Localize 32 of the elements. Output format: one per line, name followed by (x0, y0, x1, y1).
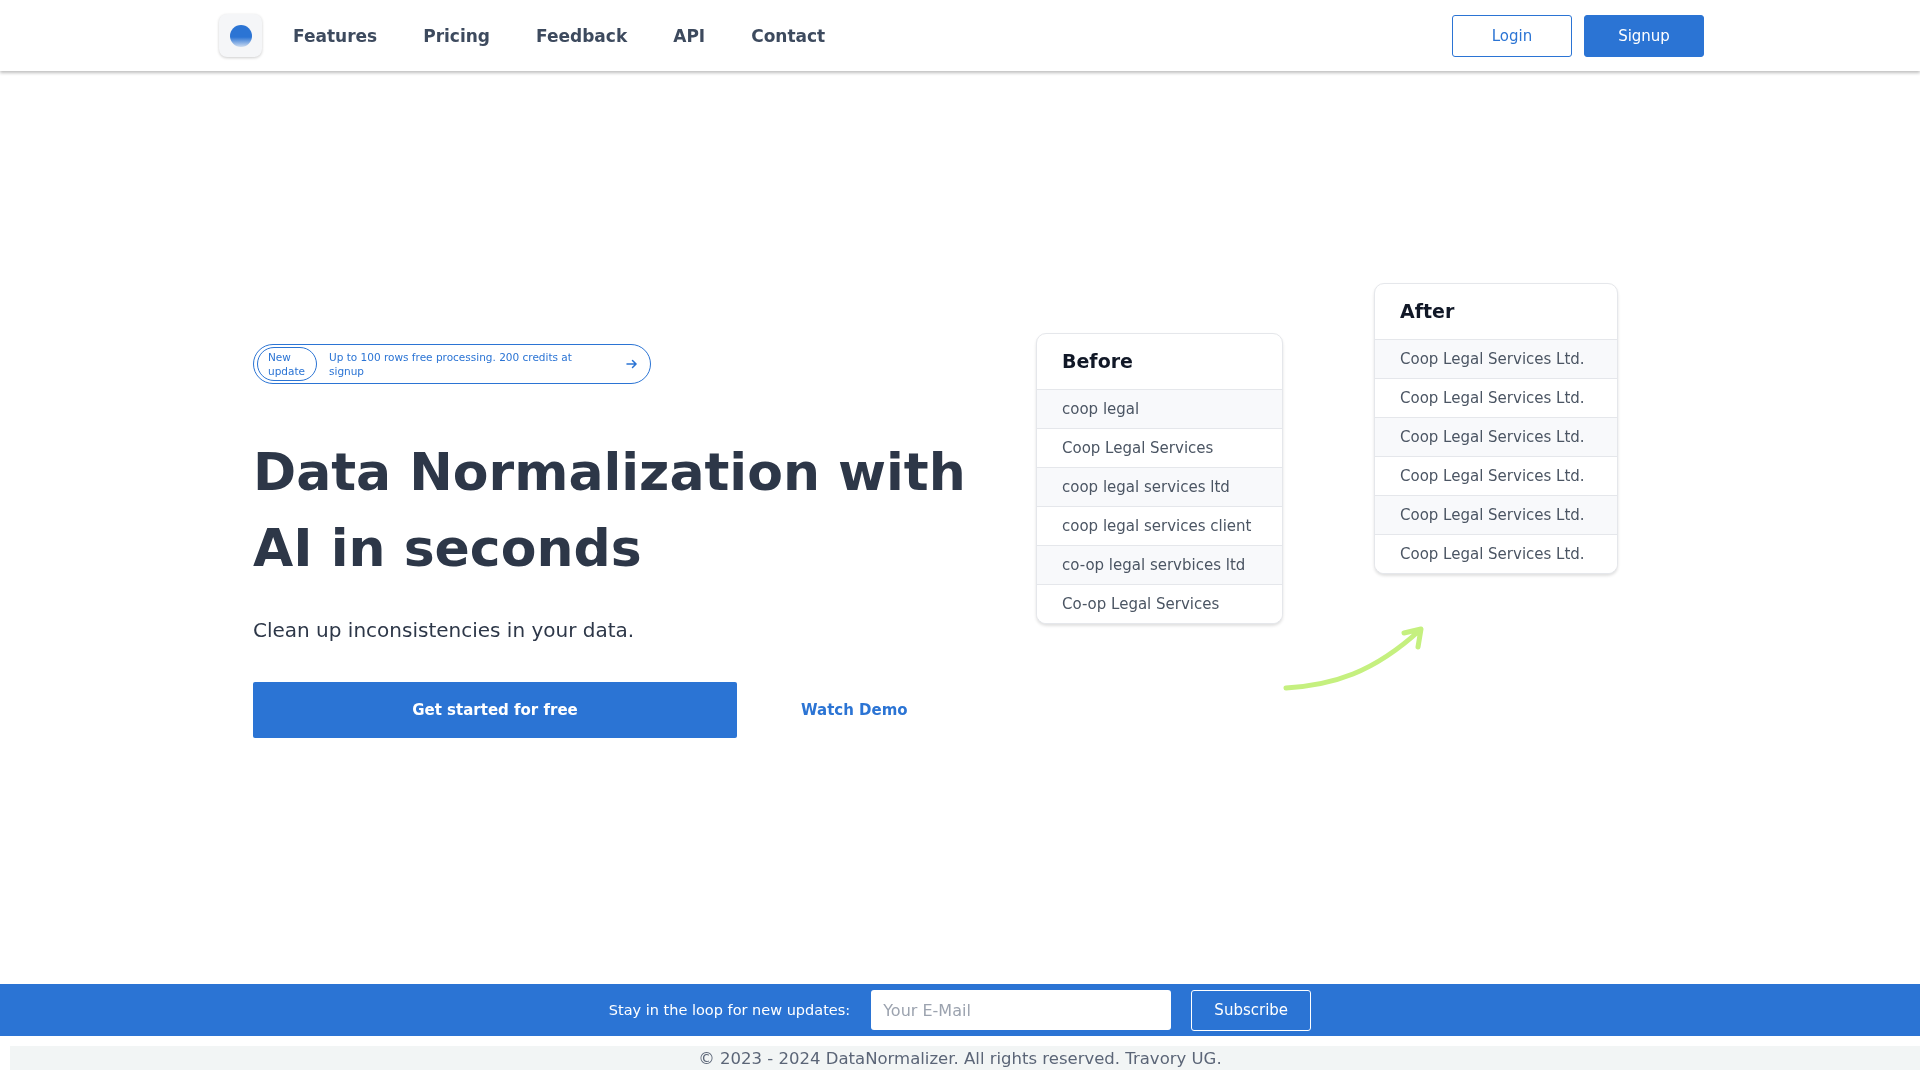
nav-link[interactable]: API (673, 25, 706, 46)
nav-link[interactable]: Feedback (536, 25, 628, 46)
list-row: Coop Legal Services Ltd. (1375, 456, 1617, 496)
newsletter-label: Stay in the loop for new updates: (608, 1002, 851, 1018)
signup-button[interactable]: Signup (1584, 14, 1704, 57)
arrow-right-icon (626, 357, 638, 370)
list-row: coop legal services ltd (1037, 467, 1282, 507)
update-text: Up to 100 rows free processing. 200 credits at signup (329, 349, 573, 378)
list-row: Coop Legal Services (1037, 428, 1282, 468)
nav-link[interactable]: Contact (751, 25, 826, 46)
list-row: coop legal (1037, 389, 1282, 429)
hero-title: Data Normalization with AI in seconds (253, 440, 967, 580)
list-row: Coop Legal Services Ltd. (1375, 378, 1617, 418)
hero-subtitle: Clean up inconsistencies in your data. (253, 617, 636, 642)
watch-demo-link[interactable]: Watch Demo (801, 700, 908, 719)
email-field[interactable]: Your E-Mail (871, 990, 1172, 1030)
card-title: Before (1037, 333, 1282, 390)
copyright-text: © 2023 - 2024 DataNormalizer. All rights reserved. Travory UG. (698, 1048, 1222, 1068)
list-row: Coop Legal Services Ltd. (1375, 417, 1617, 457)
login-button[interactable]: Login (1452, 14, 1572, 57)
list-row: Coop Legal Services Ltd. (1375, 339, 1617, 379)
list-row: coop legal services client (1037, 506, 1282, 546)
card-title: After (1375, 283, 1617, 340)
list-row: co-op legal servbices ltd (1037, 545, 1282, 585)
nav-link[interactable]: Features (293, 25, 378, 46)
list-row: Co-op Legal Services (1037, 584, 1282, 623)
nav-link[interactable]: Pricing (423, 25, 491, 46)
list-row: Coop Legal Services Ltd. (1375, 495, 1617, 535)
get-started-button[interactable]: Get started for free (253, 681, 737, 738)
list-row: Coop Legal Services Ltd. (1375, 534, 1617, 573)
logo-icon[interactable] (219, 14, 262, 57)
subscribe-button[interactable]: Subscribe (1191, 989, 1312, 1031)
